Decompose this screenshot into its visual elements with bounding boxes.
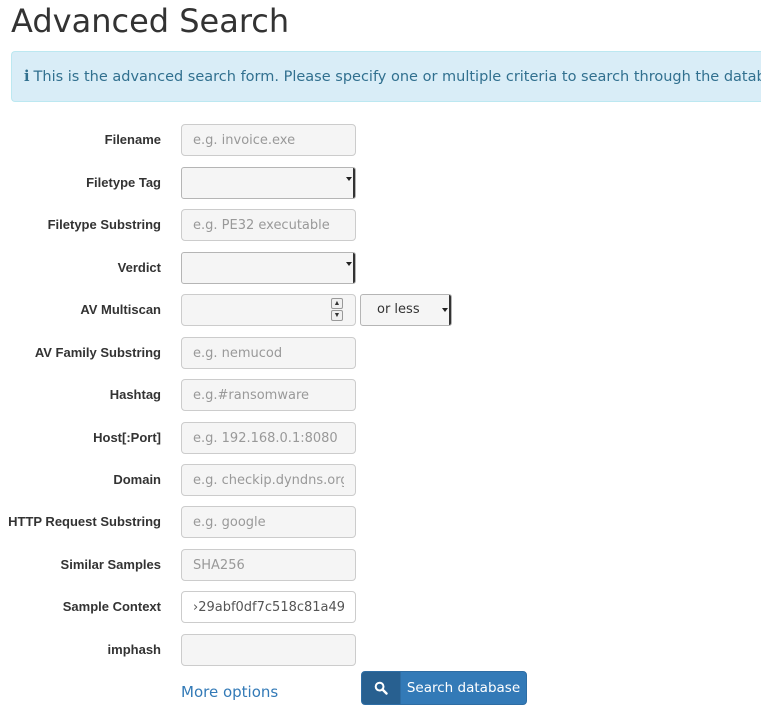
- imphash-row: imphash: [0, 634, 761, 666]
- hashtag-row: Hashtag: [0, 379, 761, 411]
- spin-down-icon[interactable]: ▼: [331, 310, 343, 321]
- verdict-label: Verdict: [117, 260, 161, 275]
- dropdown-arrow-icon: [346, 177, 352, 181]
- sample-context-row: Sample Context: [0, 591, 761, 623]
- http-request-input[interactable]: [181, 506, 356, 538]
- av-family-input[interactable]: [181, 337, 356, 369]
- imphash-label: imphash: [107, 642, 161, 657]
- dropdown-arrow-icon: [442, 308, 448, 312]
- info-alert: i This is the advanced search form. Plea…: [11, 51, 761, 102]
- http-request-label: HTTP Request Substring: [8, 514, 161, 529]
- domain-row: Domain: [0, 464, 761, 496]
- verdict-row: Verdict: [0, 252, 761, 284]
- http-request-row: HTTP Request Substring: [0, 506, 761, 538]
- av-family-label: AV Family Substring: [34, 345, 161, 360]
- domain-label: Domain: [113, 472, 161, 487]
- qualifier-value: or less: [377, 302, 420, 317]
- filename-row: Filename: [0, 124, 761, 156]
- filetype-substring-label: Filetype Substring: [47, 217, 161, 232]
- filetype-substring-input[interactable]: [181, 209, 356, 241]
- av-multiscan-row: AV Multiscan ▲ ▼ or less: [0, 294, 761, 326]
- hashtag-input[interactable]: [181, 379, 356, 411]
- av-multiscan-qualifier-select[interactable]: or less: [360, 294, 452, 326]
- more-options-link[interactable]: More options: [181, 683, 278, 701]
- sample-context-input[interactable]: [181, 591, 356, 623]
- spin-up-icon[interactable]: ▲: [331, 298, 343, 309]
- search-database-button[interactable]: Search database: [361, 671, 527, 705]
- filetype-tag-row: Filetype Tag: [0, 167, 761, 199]
- dropdown-arrow-icon: [346, 262, 352, 266]
- info-text: This is the advanced search form. Please…: [33, 68, 761, 85]
- filename-label: Filename: [104, 132, 161, 147]
- select-edge: [449, 295, 451, 325]
- filetype-substring-row: Filetype Substring: [0, 209, 761, 241]
- search-icon: [362, 672, 401, 704]
- search-button-label: Search database: [406, 680, 521, 696]
- sample-context-label: Sample Context: [62, 599, 161, 614]
- similar-samples-input[interactable]: [181, 549, 356, 581]
- filetype-tag-label: Filetype Tag: [86, 175, 161, 190]
- host-port-label: Host[:Port]: [93, 430, 161, 445]
- imphash-input[interactable]: [181, 634, 356, 666]
- av-family-row: AV Family Substring: [0, 337, 761, 369]
- av-multiscan-input[interactable]: ▲ ▼: [181, 294, 356, 326]
- select-edge: [353, 168, 355, 198]
- filename-input[interactable]: [181, 124, 356, 156]
- select-edge: [353, 253, 355, 283]
- hashtag-label: Hashtag: [109, 387, 161, 402]
- domain-input[interactable]: [181, 464, 356, 496]
- filetype-tag-select[interactable]: [181, 167, 356, 199]
- verdict-select[interactable]: [181, 252, 356, 284]
- host-port-row: Host[:Port]: [0, 422, 761, 454]
- host-port-input[interactable]: [181, 422, 356, 454]
- info-icon: i: [24, 68, 30, 85]
- page-title: Advanced Search: [11, 2, 290, 40]
- similar-samples-row: Similar Samples: [0, 549, 761, 581]
- av-multiscan-label: AV Multiscan: [80, 302, 161, 317]
- similar-samples-label: Similar Samples: [60, 557, 161, 572]
